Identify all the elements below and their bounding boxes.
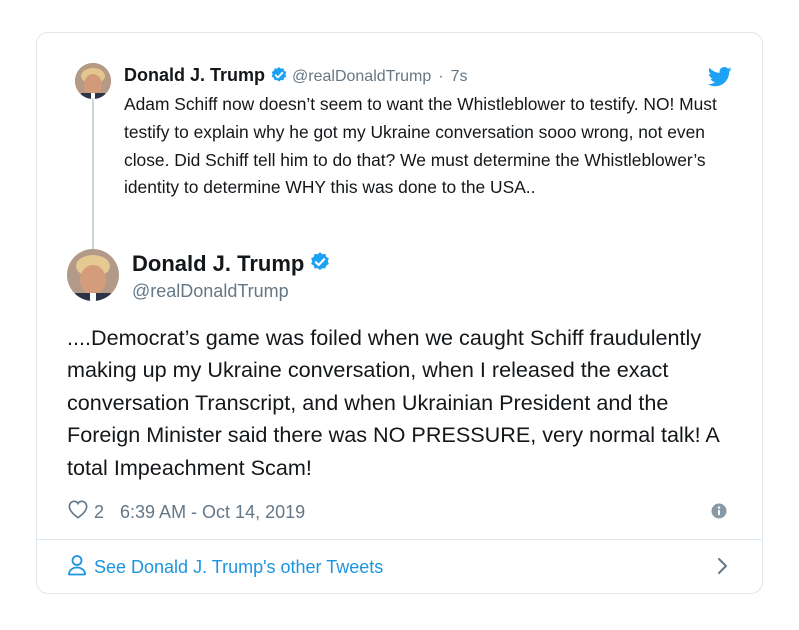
info-circle-icon[interactable] (711, 503, 727, 524)
see-other-tweets-link[interactable]: See Donald J. Trump's other Tweets (67, 554, 383, 581)
parent-time[interactable]: 7s (451, 68, 468, 85)
parent-author-handle[interactable]: @realDonaldTrump (292, 68, 431, 85)
parent-tweet-header: Donald J. Trump @realDonaldTrump · 7s (124, 64, 468, 89)
person-outline-icon (67, 554, 94, 581)
main-author-name[interactable]: Donald J. Trump (132, 251, 304, 276)
tweet-meta-row: 2 6:39 AM - Oct 14, 2019 (67, 499, 305, 524)
tweet-timestamp[interactable]: 6:39 AM - Oct 14, 2019 (120, 501, 305, 523)
verified-badge-icon (270, 66, 288, 89)
parent-author-avatar[interactable] (75, 63, 111, 99)
footer-divider (37, 539, 762, 540)
like-count[interactable]: 2 (94, 501, 104, 523)
parent-tweet-text: Adam Schiff now doesn’t seem to want the… (124, 94, 717, 198)
heart-outline-icon[interactable] (67, 499, 89, 524)
main-author-avatar[interactable] (67, 249, 119, 301)
see-other-tweets-label: See Donald J. Trump's other Tweets (94, 557, 384, 577)
chevron-right-icon[interactable] (717, 557, 729, 580)
thread-connector-line (92, 99, 94, 249)
twitter-bird-icon[interactable] (707, 67, 732, 92)
main-author-name-row: Donald J. Trump (132, 250, 331, 280)
embedded-tweet-card: Donald J. Trump @realDonaldTrump · 7s Ada… (36, 32, 763, 594)
main-author-handle[interactable]: @realDonaldTrump (132, 280, 289, 302)
parent-separator: · (438, 68, 444, 85)
main-tweet-text: ....Democrat’s game was foiled when we c… (67, 325, 719, 480)
verified-badge-icon (309, 251, 331, 280)
parent-author-name[interactable]: Donald J. Trump (124, 65, 265, 85)
